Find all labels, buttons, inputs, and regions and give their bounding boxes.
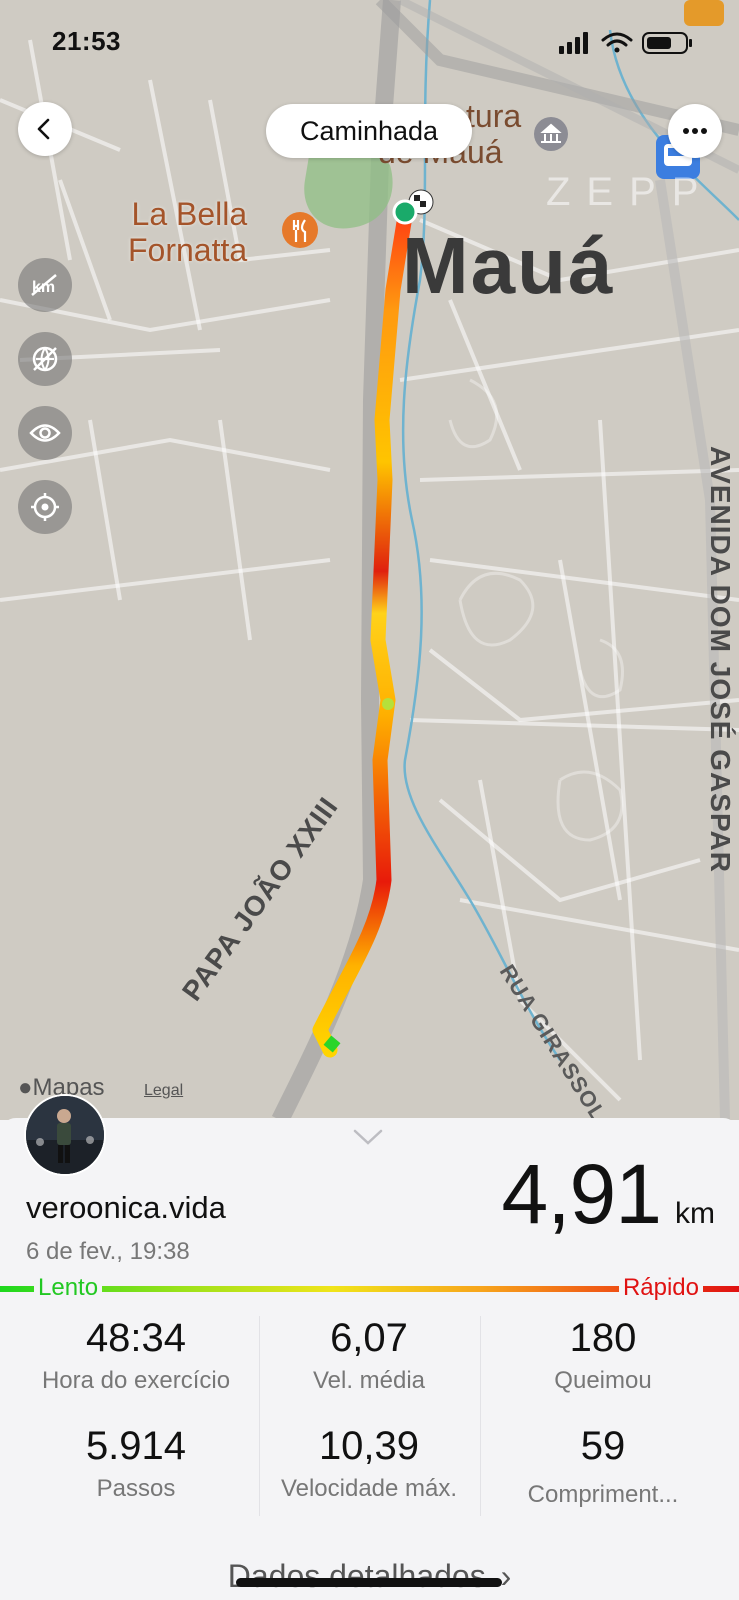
stat-label: Compriment... [527,1481,679,1508]
pace-fast-label: Rápido [618,1274,703,1302]
recenter-button[interactable] [18,480,72,534]
stat-avg-speed: 6,07 Vel. média [254,1316,484,1395]
map-label-city: Mauá [402,221,615,310]
distance-value: 4,91 [501,1147,662,1241]
chevron-left-icon [37,118,50,140]
stat-label: Passos [96,1475,176,1502]
stat-label: Hora do exercício [41,1367,231,1394]
stat-stride-length: 59 Compriment... [488,1424,718,1509]
toggle-visibility-button[interactable] [18,406,72,460]
stat-max-speed: 10,39 Velocidade máx. [254,1424,484,1503]
pace-legend: Lento Rápido [0,1274,739,1304]
stat-value: 6,07 [330,1316,408,1360]
stat-duration: 48:34 Hora do exercício [21,1316,251,1395]
distance-unit: km [675,1197,715,1230]
map-label-prefeitura: tura [466,98,522,134]
collapse-chevron-icon[interactable] [352,1128,384,1146]
more-dots-icon [683,128,707,134]
activity-type-title: Caminhada [266,104,472,158]
status-icons [559,30,709,61]
map-label-avenue: AVENIDA DOM JOSÉ GASPAR [705,446,736,873]
username[interactable]: veroonica.vida [26,1190,226,1226]
pace-slow-label: Lento [34,1274,103,1302]
stat-calories: 180 Queimou [488,1316,718,1395]
battery-icon [642,32,692,54]
home-indicator [236,1578,502,1587]
eye-icon [29,424,61,442]
stat-value: 180 [569,1316,637,1360]
detailed-data-label: Dados detalhados [227,1558,486,1594]
crosshair-icon [31,493,59,521]
globe-off-icon [32,346,58,372]
signal-icon [559,32,588,54]
stat-value: 10,39 [318,1424,420,1468]
route-map[interactable]: tura de Mauá La Bella Fornatta Mauá ZEPP… [0,0,739,1120]
legal-link[interactable]: Legal [144,1082,183,1100]
toggle-3d-button[interactable] [18,332,72,386]
apple-logo-icon: ● [18,1074,33,1101]
back-button[interactable] [18,102,72,156]
activity-date: 6 de fev., 19:38 [26,1238,190,1265]
stat-label: Velocidade máx. [280,1475,458,1502]
user-photo [26,1096,104,1174]
stat-label: Queimou [554,1367,652,1394]
map-label-restaurant: La Bella Fornatta [128,196,248,268]
km-markers-off-icon: km [31,274,57,296]
status-time: 21:53 [52,26,121,56]
map-background [0,0,739,1120]
toggle-km-markers-button[interactable]: km [18,258,72,312]
zepp-watermark: ZEPP [546,170,715,214]
stat-label: Vel. média [312,1367,426,1394]
stat-value: 5.914 [85,1424,187,1468]
wifi-icon [601,32,633,53]
stat-value: 48:34 [85,1316,187,1360]
chevron-right-icon: › [500,1558,512,1594]
more-options-button[interactable] [668,104,722,158]
avatar[interactable] [24,1094,106,1176]
stat-value: 59 [580,1424,626,1468]
distance-display: 4,91 km [502,1146,716,1243]
stat-steps: 5.914 Passos [21,1424,251,1503]
detailed-data-link[interactable]: Dados detalhados › [0,1558,739,1595]
activity-summary-sheet: veroonica.vida 6 de fev., 19:38 4,91 km … [0,1118,739,1600]
